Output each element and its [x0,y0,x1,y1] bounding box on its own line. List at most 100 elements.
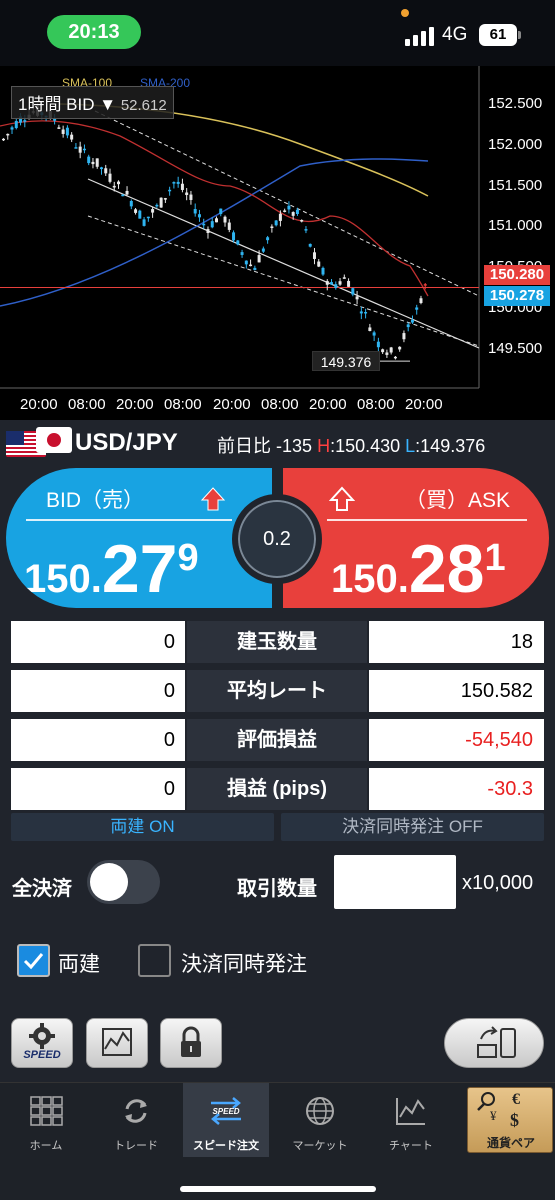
signal-icon [405,24,435,46]
candle-body [410,319,414,323]
simultaneous-checkbox[interactable] [138,944,171,977]
svg-text:€: € [512,1091,520,1108]
tab-home[interactable]: ホーム [3,1083,89,1157]
candle-body [393,356,397,359]
ask-buy-button[interactable]: （買）ASK 150.281 [283,468,549,608]
arrow-up-outline-icon [329,486,355,511]
bid-divider [26,519,232,521]
candle-body [325,281,329,285]
candle-body [185,192,189,196]
tab-chart[interactable]: チャート [368,1083,454,1157]
tab-trade[interactable]: トレード [93,1083,179,1157]
candle-body [23,120,27,122]
speed-label: SPEED [23,1049,61,1061]
currency-pair-row[interactable]: USD/JPY 前日比 -135 H:150.430 L:149.376 [0,420,555,464]
x-axis-label: 08:00 [357,396,395,413]
tab-currency-pair[interactable]: € ¥ $ 通貨ペア [467,1087,553,1153]
candle-body [125,190,129,195]
candle-body [347,280,351,287]
candle-body [10,127,14,130]
tab-market[interactable]: マーケット [277,1083,363,1157]
timeframe-select[interactable]: 1時間 BID ▼ 52.612 [11,86,174,119]
candle-body [270,226,274,228]
high-value: :150.430 [330,436,401,456]
candle-body [334,284,338,288]
candle-body [368,327,372,331]
candle-body [146,216,150,219]
ask-price-major: 150. [331,557,409,601]
tab-chart-label: チャート [389,1140,433,1152]
candle-body [168,189,172,192]
grid-icon [30,1096,63,1126]
x-axis-label: 20:00 [405,396,443,413]
home-indicator[interactable] [180,1186,376,1192]
hedge-checkbox[interactable] [17,944,50,977]
bid-price-major: 150. [24,557,102,601]
candle-body [300,220,304,222]
candle-body [385,352,389,355]
lock-button[interactable] [160,1018,222,1068]
chart-settings-button[interactable] [86,1018,148,1068]
svg-text:SPEED: SPEED [212,1107,239,1116]
candle-body [180,183,184,190]
candle-body [117,181,121,185]
price-chart[interactable]: SMA-100 SMA-200 1時間 BID ▼ 52.612 152.500… [0,66,555,420]
trade-qty-label: 取引数量 [237,878,317,900]
channel-mid-line [87,178,480,349]
x-axis-label: 08:00 [68,396,106,413]
candle-body [295,209,299,214]
candle-body [223,216,227,223]
sell-side-value: 0 [11,670,185,712]
x-axis-label: 20:00 [116,396,154,413]
candle-body [402,333,406,340]
candle-body [232,232,236,241]
candle-body [108,173,112,182]
trade-qty-input[interactable] [334,855,456,909]
candle-body [112,185,116,188]
short-ma-line [0,120,429,297]
sell-side-value: 0 [11,621,185,663]
candle-body [159,197,163,208]
hedge-checkbox-label: 両建 [58,953,100,976]
simultaneous-order-status: 決済同時発注 OFF [281,813,544,841]
candle-body [372,332,376,336]
battery-icon: 61 [479,24,521,46]
x-axis-label: 08:00 [261,396,299,413]
candle-body [330,282,334,285]
change-value: -135 [276,436,313,456]
speed-settings-button[interactable]: SPEED [11,1018,73,1068]
status-bar: 20:13 4G 61 [0,0,555,66]
close-all-toggle[interactable] [87,860,160,904]
candle-body [14,120,18,129]
rotate-screen-button[interactable] [444,1018,544,1068]
candle-body [78,146,82,153]
candle-body [142,219,146,226]
candle-body [172,182,176,184]
hedge-mode-status: 両建 ON [11,813,274,841]
svg-text:¥: ¥ [490,1108,497,1123]
arrow-up-red-icon [200,487,226,511]
simultaneous-checkbox-label: 決済同時発注 [181,953,307,976]
chart-canvas [0,66,480,389]
low-label: L [405,436,416,456]
toggle-knob [90,863,128,901]
lock-icon [181,1026,201,1057]
position-row: 0 建玉数量 18 [11,621,544,663]
candle-body [274,220,278,226]
tab-speed-order[interactable]: SPEED スピード注文 [183,1083,269,1157]
chart-icon [102,1028,132,1056]
bid-price-fraction: 9 [177,537,199,579]
bid-price-tag: 150.278 [484,286,550,306]
candle-body [189,194,193,200]
candle-body [6,133,10,136]
candle-body [406,324,410,328]
candle-body [389,347,393,353]
candle-body [151,209,155,213]
close-all-label: 全決済 [12,878,72,900]
candle-body [415,307,419,310]
candle-body [278,213,282,221]
pair-stats: 前日比 -135 H:150.430 L:149.376 [217,432,485,458]
candle-body [355,296,359,300]
position-row-label: 建玉数量 [187,621,367,663]
candle-body [197,214,201,218]
